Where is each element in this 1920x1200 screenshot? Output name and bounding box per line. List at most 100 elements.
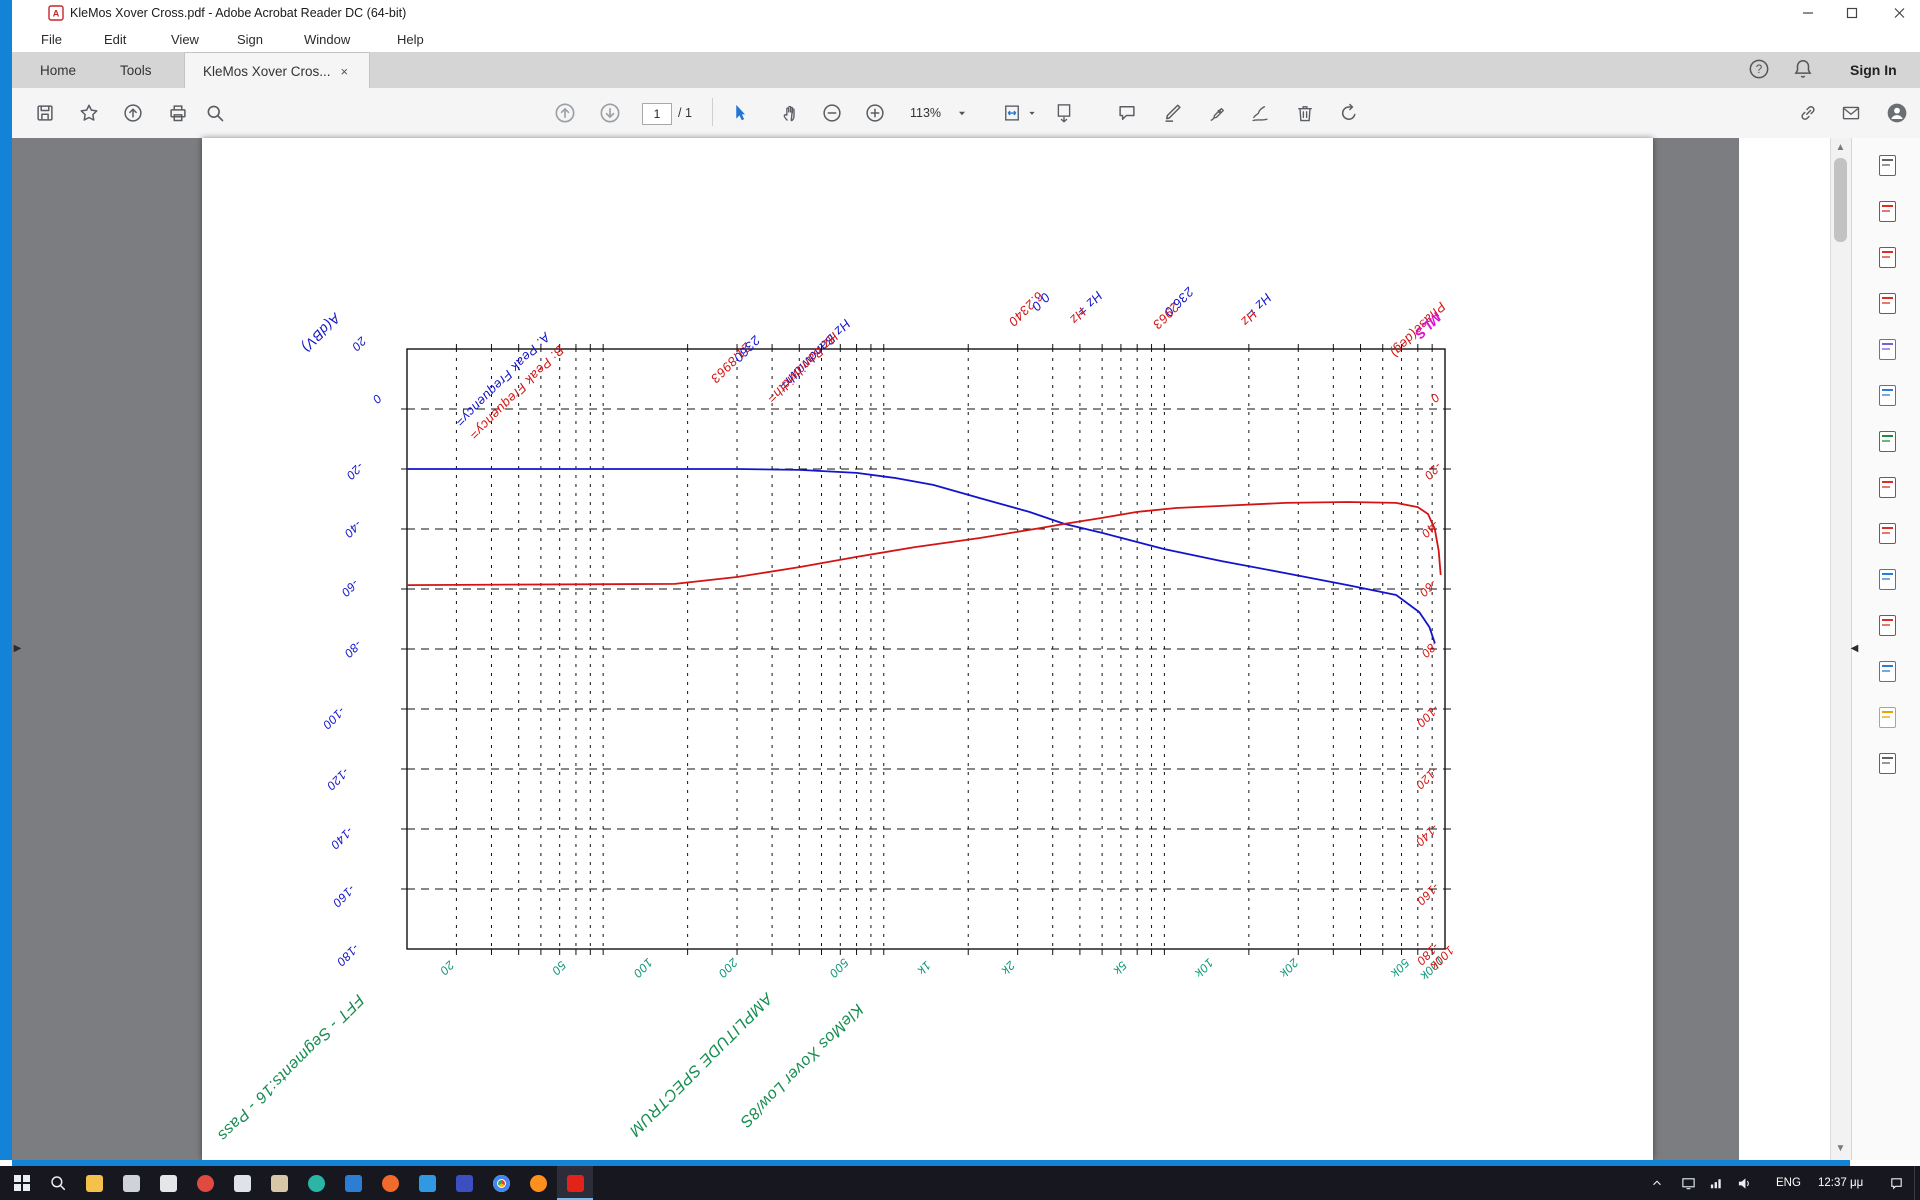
taskbar-app-chrome[interactable] (483, 1166, 519, 1200)
taskbar-app-app-red[interactable] (187, 1166, 223, 1200)
zoom-in-icon[interactable] (863, 101, 887, 125)
page-number-input[interactable]: 1 (642, 103, 672, 125)
tab-home[interactable]: Home (22, 52, 94, 88)
close-button[interactable] (1882, 3, 1918, 28)
print-icon[interactable] (166, 101, 190, 125)
save-icon[interactable] (33, 101, 57, 125)
scroll-mode-icon[interactable] (1052, 101, 1076, 125)
rail-tool-comment[interactable] (1874, 336, 1900, 362)
taskbar-app-app-blue[interactable] (335, 1166, 371, 1200)
taskbar-app-people[interactable] (113, 1166, 149, 1200)
rail-tool-search-tool[interactable] (1874, 152, 1900, 178)
highlighter-icon[interactable] (1161, 101, 1185, 125)
rail-tool-stamp[interactable] (1874, 474, 1900, 500)
pdf-page[interactable]: A(dBV)200-20-40-60-80-100-120-140-160-18… (202, 138, 1653, 1160)
tray-monitor-icon[interactable] (1676, 1166, 1700, 1200)
sign-pen-icon[interactable] (1248, 101, 1272, 125)
profile-avatar[interactable] (1885, 101, 1909, 125)
more-tools-icon (1879, 753, 1896, 774)
taskbar-app-vscode[interactable] (409, 1166, 445, 1200)
tab-tools[interactable]: Tools (102, 52, 170, 88)
menu-item-sign[interactable]: Sign (233, 30, 267, 49)
search-icon[interactable] (203, 101, 227, 125)
chrome-icon (493, 1175, 510, 1192)
scroll-down-icon[interactable]: ▼ (1834, 1142, 1847, 1155)
share-upload-icon[interactable] (121, 101, 145, 125)
scroll-up-icon[interactable]: ▲ (1834, 141, 1847, 154)
vertical-scrollbar[interactable]: ▲ ▼ (1830, 138, 1851, 1160)
hand-tool-icon[interactable] (778, 101, 802, 125)
title-bar: A KleMos Xover Cross.pdf - Adobe Acrobat… (12, 0, 1920, 26)
email-icon[interactable] (1839, 101, 1863, 125)
rail-tool-fill-sign[interactable] (1874, 520, 1900, 546)
certificates-icon (1879, 661, 1896, 682)
left-panel-expand-handle[interactable]: ▶ (12, 637, 23, 659)
rail-tool-organize-pages[interactable] (1874, 244, 1900, 270)
taskbar-app-app-orange[interactable] (372, 1166, 408, 1200)
rail-tool-edit-pdf[interactable] (1874, 566, 1900, 592)
menu-item-window[interactable]: Window (300, 30, 354, 49)
menu-item-help[interactable]: Help (393, 30, 428, 49)
select-cursor-icon[interactable] (728, 101, 752, 125)
show-desktop-button[interactable] (1914, 1166, 1920, 1200)
taskbar-app-app-tan[interactable] (261, 1166, 297, 1200)
maximize-button[interactable] (1834, 3, 1870, 28)
zoom-out-icon[interactable] (820, 101, 844, 125)
tray-chevron-icon[interactable] (1645, 1166, 1669, 1200)
zoom-dropdown-caret-icon[interactable] (950, 101, 974, 125)
rail-tool-more-tools[interactable] (1874, 750, 1900, 776)
taskbar-app-app-light[interactable] (224, 1166, 260, 1200)
tray-clock[interactable]: 12:37 μμ (1818, 1166, 1863, 1200)
rail-tool-export-pdf[interactable] (1874, 198, 1900, 224)
taskbar-app-app-grid[interactable] (150, 1166, 186, 1200)
rail-tool-create-pdf[interactable] (1874, 290, 1900, 316)
app-red-icon (197, 1175, 214, 1192)
menu-item-file[interactable]: File (37, 30, 66, 49)
tools-rail: ◀ (1851, 138, 1920, 1160)
app-grid-icon (160, 1175, 177, 1192)
favorite-star-icon[interactable] (77, 101, 101, 125)
tray-network-icon[interactable] (1704, 1166, 1728, 1200)
app-orange-icon (382, 1175, 399, 1192)
link-icon[interactable] (1796, 101, 1820, 125)
next-page-icon[interactable] (598, 101, 622, 125)
rail-collapse-handle[interactable]: ◀ (1849, 637, 1860, 659)
zoom-level-value[interactable]: 113% (910, 106, 941, 120)
organize-pages-icon (1879, 247, 1896, 268)
rail-tool-combine-files[interactable] (1874, 382, 1900, 408)
taskbar-app-file-explorer[interactable] (76, 1166, 112, 1200)
delete-trash-icon[interactable] (1293, 101, 1317, 125)
help-icon[interactable]: ? (1748, 58, 1770, 85)
minimize-button[interactable] (1790, 3, 1826, 28)
rail-tool-certificates[interactable] (1874, 658, 1900, 684)
tab-document[interactable]: KleMos Xover Cros... × (184, 52, 370, 89)
fit-page-caret-icon[interactable] (1020, 101, 1044, 125)
vscode-icon (419, 1175, 436, 1192)
svg-text:A: A (53, 9, 60, 19)
app-teal-icon (308, 1175, 325, 1192)
sign-in-button[interactable]: Sign In (1850, 62, 1897, 78)
taskbar-search-icon[interactable] (40, 1166, 76, 1200)
comment-bubble-icon[interactable] (1115, 101, 1139, 125)
tray-language[interactable]: ENG (1776, 1166, 1801, 1200)
taskbar-app-firefox[interactable] (520, 1166, 556, 1200)
rail-tool-compress-pdf[interactable] (1874, 612, 1900, 638)
create-pdf-icon (1879, 293, 1896, 314)
rail-tool-measure[interactable] (1874, 704, 1900, 730)
scrollbar-thumb[interactable] (1834, 158, 1847, 242)
rail-tool-convert[interactable] (1874, 428, 1900, 454)
rotate-ccw-icon[interactable] (1337, 101, 1361, 125)
notifications-bell-icon[interactable] (1792, 58, 1814, 85)
taskbar-app-acrobat-reader[interactable] (557, 1166, 593, 1200)
taskbar-app-app-indigo[interactable] (446, 1166, 482, 1200)
tray-notification-icon[interactable] (1884, 1166, 1908, 1200)
menu-item-view[interactable]: View (167, 30, 203, 49)
tray-speaker-icon[interactable] (1732, 1166, 1756, 1200)
start-button[interactable] (4, 1166, 40, 1200)
taskbar-app-app-teal[interactable] (298, 1166, 334, 1200)
tab-close-icon[interactable]: × (341, 64, 349, 79)
fountain-pen-icon[interactable] (1205, 101, 1229, 125)
previous-page-icon[interactable] (553, 101, 577, 125)
edit-pdf-icon (1879, 569, 1896, 590)
menu-item-edit[interactable]: Edit (100, 30, 130, 49)
